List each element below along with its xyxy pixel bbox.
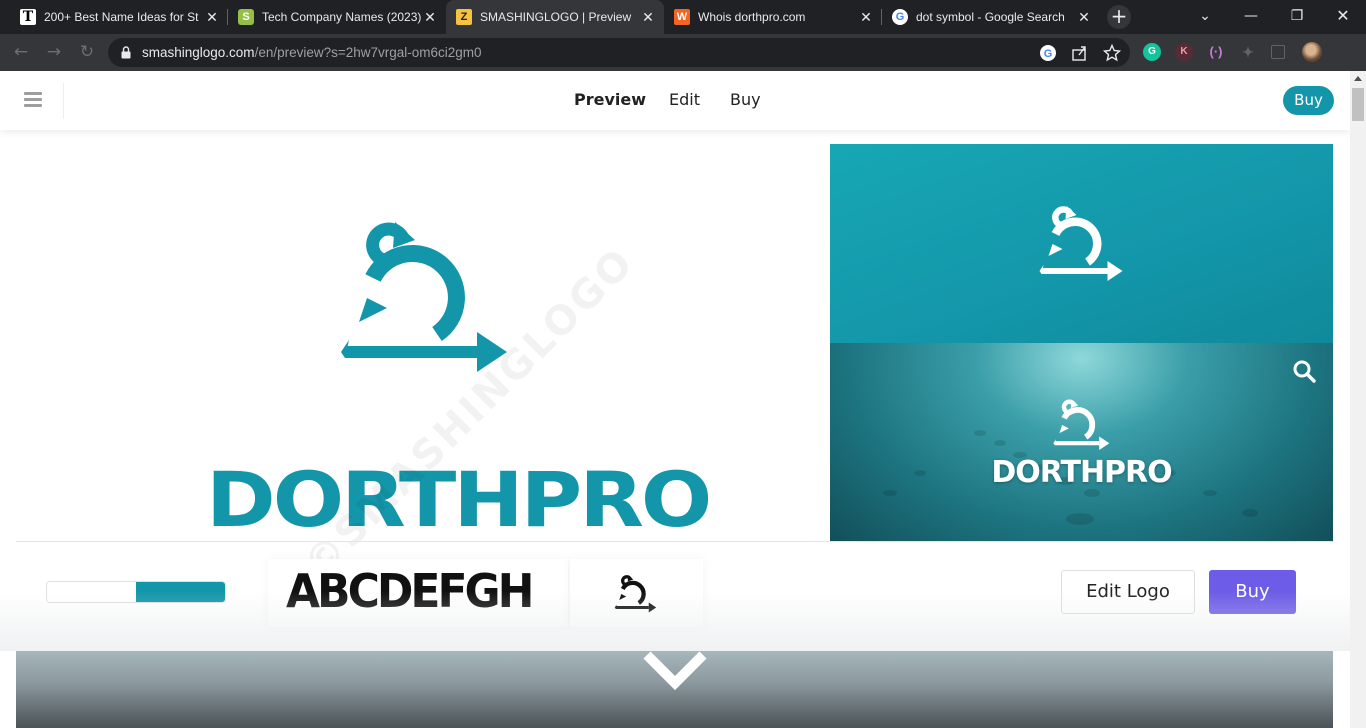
page-viewport: Preview Edit Buy Buy DORTHPRO ©SMASHINGL… [0,71,1366,728]
lock-icon [121,46,131,59]
logo-mark-photo-icon [1050,398,1114,452]
page-scrollbar[interactable] [1350,71,1366,728]
url-host: smashinglogo.com [142,45,255,60]
code-extension-icon[interactable]: (·) [1207,43,1225,61]
google-icon: G [892,9,908,25]
font-sample: ABCDEFGH [286,565,534,619]
scroll-up-icon[interactable] [1354,76,1362,81]
site-header: Preview Edit Buy Buy [0,71,1350,130]
tab-close-icon[interactable]: ✕ [204,9,220,26]
google-lens-icon[interactable]: G [1039,44,1057,62]
minimize-icon[interactable]: — [1228,0,1274,34]
logo-mark-icon [336,218,516,378]
tab-close-icon[interactable]: ✕ [858,9,874,26]
header-divider [63,83,64,119]
shopify-icon: S [238,9,254,25]
color-palette[interactable] [46,581,226,603]
close-window-icon[interactable]: ✕ [1320,0,1366,34]
zoom-search-icon[interactable] [1292,359,1318,385]
tab-title: SMASHINGLOGO | Preview [480,10,632,24]
icon-card[interactable] [570,559,703,627]
browser-tab[interactable]: T 200+ Best Name Ideas for St ✕ [10,0,228,34]
url-text: smashinglogo.com/en/preview?s=2hw7vrgal-… [142,45,482,60]
whois-icon: W [674,9,690,25]
chevron-down-icon[interactable] [641,649,709,695]
edit-logo-button[interactable]: Edit Logo [1061,570,1195,614]
section-divider [16,541,1333,542]
svg-text:G: G [1044,48,1053,60]
logo-wordmark: DORTHPRO [206,456,712,545]
new-tab-button[interactable]: + [1107,5,1131,29]
tab-search-icon[interactable]: ⌄ [1182,0,1228,34]
tab-title: Tech Company Names (2023) [262,10,422,24]
browser-tab[interactable]: W Whois dorthpro.com ✕ [664,0,882,34]
logo-mark-white-icon [1035,204,1129,284]
hamburger-menu-icon[interactable] [24,92,42,108]
header-buy-button[interactable]: Buy [1283,86,1334,115]
grammarly-extension-icon[interactable]: G [1143,43,1161,61]
tab-favicon-t-icon: T [20,9,36,25]
extensions-puzzle-icon[interactable]: ✦ [1239,43,1257,61]
nav-edit[interactable]: Edit [669,90,700,109]
restore-icon[interactable]: ❐ [1274,0,1320,34]
address-bar[interactable]: smashinglogo.com/en/preview?s=2hw7vrgal-… [108,38,1130,67]
tab-close-icon[interactable]: ✕ [640,9,656,26]
back-icon[interactable]: ← [10,42,32,64]
profile-avatar[interactable] [1302,42,1322,62]
k-extension-icon[interactable]: K [1175,43,1193,61]
scrollbar-thumb[interactable] [1352,88,1364,121]
forward-icon[interactable]: → [43,42,65,64]
share-icon[interactable] [1071,44,1089,62]
buy-button[interactable]: Buy [1209,570,1296,614]
color-swatch-white [47,582,136,602]
tab-title: Whois dorthpro.com [698,10,806,24]
nav-buy[interactable]: Buy [730,90,761,109]
browser-tab-bar: T 200+ Best Name Ideas for St ✕ S Tech C… [0,0,1366,34]
tab-title: 200+ Best Name Ideas for St [44,10,199,24]
browser-toolbar: ← → ↻ smashinglogo.com/en/preview?s=2hw7… [0,34,1366,71]
color-swatch-teal [136,582,225,602]
mockup-teal-panel [830,144,1333,343]
reload-icon[interactable]: ↻ [76,42,98,64]
tab-title: dot symbol - Google Search [916,10,1065,24]
logo-preview: DORTHPRO ©SMASHINGLOGO [16,144,830,587]
mockup-wordmark: DORTHPRO [991,455,1172,490]
smashinglogo-icon: Z [456,9,472,25]
browser-tab[interactable]: S Tech Company Names (2023) ✕ [228,0,446,34]
logo-mockup[interactable]: DORTHPRO [830,144,1333,541]
side-panel-icon[interactable] [1271,45,1285,59]
browser-tab-active[interactable]: Z SMASHINGLOGO | Preview ✕ [446,0,664,34]
browser-tab[interactable]: G dot symbol - Google Search ✕ [882,0,1100,34]
bookmark-star-icon[interactable] [1103,44,1121,62]
url-path: /en/preview?s=2hw7vrgal-om6ci2gm0 [254,45,482,60]
tab-close-icon[interactable]: ✕ [1076,9,1092,26]
nav-preview[interactable]: Preview [574,90,646,109]
logo-mark-black-icon [613,574,659,614]
tab-close-icon[interactable]: ✕ [422,9,438,26]
